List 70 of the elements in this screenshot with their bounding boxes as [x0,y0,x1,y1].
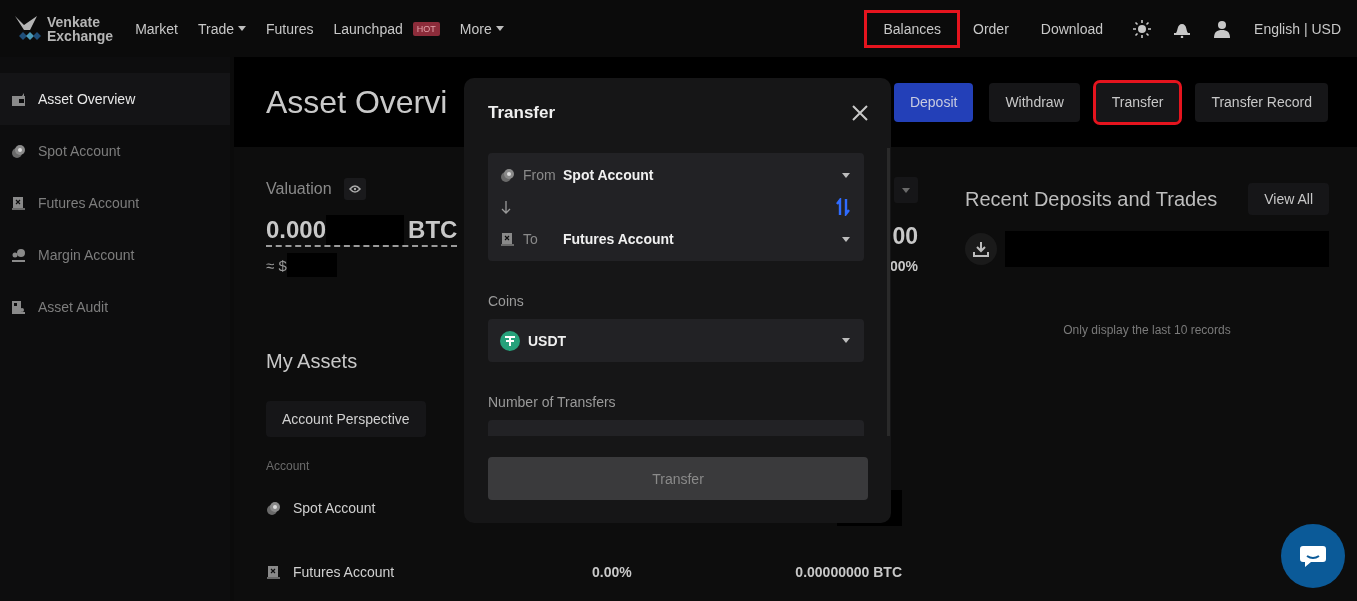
dropdown-select[interactable] [894,177,918,203]
empty-note: Only display the last 10 records [1062,323,1232,337]
sidebar-item[interactable]: Asset Audit [0,281,230,333]
nav-menu-item[interactable]: More [459,20,504,37]
action-button[interactable]: Transfer Record [1195,82,1328,122]
account-name: Spot Account [293,500,376,516]
caret-icon [902,187,910,193]
down-arrow-icon [500,200,512,214]
close-icon [851,104,869,122]
nav-link[interactable]: Balances [864,9,961,48]
caret-icon [495,26,504,31]
wallet-icon [11,91,26,107]
section-title: My Assets [266,350,359,373]
close-button[interactable] [851,104,869,122]
action-button[interactable]: Deposit [893,82,974,122]
share-percent: 0.00% [592,564,633,580]
valuation-amount: 0.000 [266,216,327,244]
account-dropdown[interactable]: Spot Account [563,167,834,183]
section-title: Recent Deposits and Trades [965,187,1218,211]
people-icon [11,247,26,263]
nav-menu-item[interactable]: Market [135,20,178,37]
coin-icon [11,143,26,159]
page-title: Asset Overvi [266,83,448,121]
nav-menu-item[interactable]: Futures [266,20,314,37]
field-label: Coins [488,292,525,311]
language-currency-selector[interactable]: English | USD [1254,20,1341,37]
balance-amount: 0.00000000 BTC [795,564,902,580]
field-label: Number of Transfers [488,393,617,412]
field-label: From [523,167,555,183]
approx-value-label: ≈ $ [266,256,287,274]
dialog-title: Transfer [488,103,556,123]
user-icon[interactable] [1213,19,1232,38]
sidebar-item[interactable]: Spot Account [0,125,230,177]
figure-text: 00 [892,223,918,250]
chat-bubble-icon [1299,544,1327,568]
caret-icon [842,172,850,178]
nav-menu-item[interactable]: Trade [197,20,246,37]
coin-icon [266,500,281,516]
caret-icon [238,26,246,31]
sun-icon[interactable] [1133,19,1152,38]
account-name: Futures Account [293,564,395,580]
ledger-icon [11,195,26,211]
ledger-icon [500,231,515,247]
sidebar-item[interactable]: Margin Account [0,229,230,281]
coin-logo-icon [500,330,520,351]
coin-dropdown[interactable]: USDT [488,319,864,362]
figure-text: 00% [889,258,918,274]
ledger-icon [266,564,281,580]
swap-icon[interactable] [836,198,850,216]
sidebar-item[interactable]: Asset Overview [0,73,230,125]
hot-badge: HOT [412,21,440,36]
sidebar-item[interactable]: Futures Account [0,177,230,229]
currency-unit: BTC [408,216,458,244]
valuation-label: Valuation [266,180,332,198]
coin-icon [500,167,515,183]
building-icon [11,299,26,315]
view-all-button[interactable]: View All [1248,183,1329,215]
view-tab[interactable]: Account Perspective [266,401,426,437]
visibility-toggle[interactable] [343,178,366,200]
caret-icon [842,338,850,343]
field-label: To [523,231,539,247]
nav-menu-item[interactable]: Launchpad HOT [333,20,440,37]
logo-text: Venkate Exchange [47,14,114,43]
account-dropdown[interactable]: Futures Account [563,231,834,247]
download-arrow-icon [973,241,989,257]
eye-icon [348,185,361,193]
column-header: Account [266,459,311,473]
action-button[interactable]: Transfer [1095,82,1180,122]
action-button[interactable]: Withdraw [989,82,1080,122]
caret-icon [842,236,850,242]
